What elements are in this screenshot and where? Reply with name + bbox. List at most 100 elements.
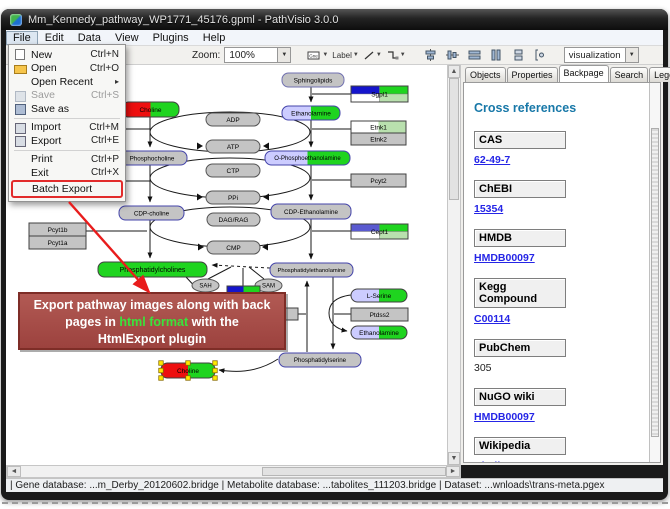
menu-file[interactable]: File: [6, 31, 38, 45]
zoom-label: Zoom:: [192, 50, 220, 61]
tab-properties[interactable]: Properties: [507, 67, 558, 82]
node-ethanolamine-bottom[interactable]: Ethanolamine: [351, 326, 407, 339]
scrollbar-thumb[interactable]: [449, 78, 459, 200]
node-pcyt2[interactable]: Pcyt2: [351, 174, 406, 187]
menu-view[interactable]: View: [108, 31, 146, 45]
align-center-horizontal-icon: [424, 49, 437, 61]
menu-data[interactable]: Data: [71, 31, 108, 45]
node-ppi[interactable]: PPi: [206, 191, 260, 204]
line-tool-button[interactable]: ▼: [363, 48, 382, 63]
node-phosphocholine[interactable]: Phosphocholine: [117, 151, 187, 165]
connector-tool-button[interactable]: ▼: [386, 48, 406, 63]
selection-handle[interactable]: [186, 361, 191, 366]
file-menu-item-import[interactable]: ImportCtrl+M: [10, 121, 124, 135]
save-as-icon: [13, 103, 27, 114]
node-atp[interactable]: ATP: [206, 140, 260, 153]
menu-edit[interactable]: Edit: [38, 31, 71, 45]
node-cdp-ethanolamine[interactable]: CDP-Ethanolamine: [271, 204, 351, 219]
chevron-down-icon[interactable]: ▼: [625, 48, 638, 62]
stack-horizontal-button[interactable]: [532, 48, 550, 63]
file-menu-item-open[interactable]: OpenCtrl+O: [10, 62, 124, 76]
node-phosphatidylserine[interactable]: Phosphatidylserine: [279, 353, 361, 367]
selection-handle[interactable]: [159, 376, 164, 381]
tab-objects[interactable]: Objects: [465, 67, 506, 82]
open-folder-icon: [13, 63, 27, 74]
node-etnk1[interactable]: Etnk1: [351, 121, 406, 133]
tab-search[interactable]: Search: [610, 67, 649, 82]
label-tool-button[interactable]: Label ▼: [332, 48, 359, 63]
selection-handle[interactable]: [186, 376, 191, 381]
node-choline-top[interactable]: Choline: [122, 102, 179, 117]
xref-value-link[interactable]: 15354: [474, 203, 503, 215]
canvas-vertical-scrollbar[interactable]: ▲ ▼: [447, 65, 461, 465]
menu-help[interactable]: Help: [196, 31, 233, 45]
menu-item-spacer: [13, 167, 27, 178]
align-center-vertical-button[interactable]: [444, 48, 462, 63]
node-adp[interactable]: ADP: [206, 113, 260, 126]
menu-plugins[interactable]: Plugins: [146, 31, 196, 45]
file-menu-item-open-recent[interactable]: Open Recent▸: [10, 75, 124, 89]
xref-value-link[interactable]: Choline: [474, 460, 513, 462]
distribute-vertical-button[interactable]: [488, 48, 506, 63]
node-ctp[interactable]: CTP: [206, 164, 260, 177]
file-menu-item-save-as[interactable]: Save as: [10, 102, 124, 116]
panel-vertical-scrollbar[interactable]: [649, 83, 660, 462]
selection-handle[interactable]: [159, 368, 164, 373]
chevron-down-icon[interactable]: ▼: [277, 48, 290, 62]
scroll-down-icon[interactable]: ▼: [448, 452, 460, 465]
svg-text:Ptdss2: Ptdss2: [370, 312, 390, 319]
tab-legend[interactable]: Legend: [649, 67, 670, 82]
node-ptdss2[interactable]: Ptdss2: [351, 308, 408, 321]
node-pcyt1b[interactable]: Pcyt1b: [29, 223, 86, 236]
canvas-horizontal-scrollbar[interactable]: ◄ ►: [6, 465, 461, 478]
align-center-horizontal-button[interactable]: [422, 48, 440, 63]
node-pcyt1a[interactable]: Pcyt1a: [29, 236, 86, 249]
node-cept1[interactable]: Cept1: [351, 224, 408, 239]
scrollbar-thumb[interactable]: [262, 467, 446, 476]
node-sah[interactable]: SAH: [192, 279, 219, 292]
node-l-serine[interactable]: L-Serine: [351, 289, 407, 302]
datanode-tool-button[interactable]: Gne ▼: [307, 48, 328, 63]
scroll-left-icon[interactable]: ◄: [7, 466, 21, 477]
node-etnk2[interactable]: Etnk2: [351, 133, 406, 145]
svg-text:L-Serine: L-Serine: [367, 293, 392, 300]
node-choline-selected[interactable]: Choline: [159, 361, 218, 381]
node-dag[interactable]: DAG/RAG: [207, 213, 260, 226]
scroll-up-icon[interactable]: ▲: [448, 65, 460, 78]
file-menu-item-save[interactable]: SaveCtrl+S: [10, 89, 124, 103]
node-o-phosphoethanolamine[interactable]: O-Phosphoethanolamine: [265, 151, 350, 165]
xref-value-link[interactable]: 62-49-7: [474, 154, 510, 166]
node-sgpl1[interactable]: Sgpl1: [351, 86, 408, 102]
file-menu-item-export[interactable]: ExportCtrl+E: [10, 134, 124, 148]
file-menu-item-exit[interactable]: ExitCtrl+X: [10, 166, 124, 180]
node-sphingolipids[interactable]: Sphingolipids: [282, 73, 344, 87]
node-ethanolamine-top[interactable]: Ethanolamine: [282, 106, 340, 120]
xref-source-name: ChEBI: [474, 180, 566, 198]
node-cmp[interactable]: CMP: [207, 241, 260, 254]
menu-item-spacer: [13, 76, 27, 87]
distribute-horizontal-button[interactable]: [466, 48, 484, 63]
stack-vertical-button[interactable]: [510, 48, 528, 63]
file-menu-item-batch-export[interactable]: Batch Export: [11, 180, 123, 198]
scroll-right-icon[interactable]: ►: [446, 466, 460, 477]
node-phosphatidylethanolamine[interactable]: Phosphatidylethanolamine: [270, 263, 353, 277]
title-bar[interactable]: Mm_Kennedy_pathway_WP1771_45176.gpml - P…: [1, 9, 668, 30]
selection-handle[interactable]: [213, 376, 218, 381]
xref-section-hmdb: HMDBHMDB00097: [474, 229, 645, 266]
node-phosphatidylcholines[interactable]: Phosphatidylcholines: [98, 262, 207, 277]
xref-value-link[interactable]: HMDB00097: [474, 411, 535, 423]
selection-handle[interactable]: [159, 361, 164, 366]
zoom-combobox[interactable]: 100% ▼: [224, 47, 291, 63]
selection-handle[interactable]: [213, 361, 218, 366]
visualization-combobox[interactable]: visualization ▼: [564, 47, 639, 63]
xref-value-link[interactable]: HMDB00097: [474, 252, 535, 264]
tab-backpage[interactable]: Backpage: [559, 65, 609, 82]
node-cdp-choline[interactable]: CDP-choline: [119, 206, 184, 220]
file-menu-item-new[interactable]: NewCtrl+N: [10, 48, 124, 62]
file-menu-item-print[interactable]: PrintCtrl+P: [10, 153, 124, 167]
selection-handle[interactable]: [213, 368, 218, 373]
xref-section-chebi: ChEBI 15354: [474, 180, 645, 217]
xref-value-link[interactable]: C00114: [474, 313, 510, 325]
menu-separator: [14, 118, 120, 119]
scrollbar-thumb[interactable]: [651, 128, 659, 437]
